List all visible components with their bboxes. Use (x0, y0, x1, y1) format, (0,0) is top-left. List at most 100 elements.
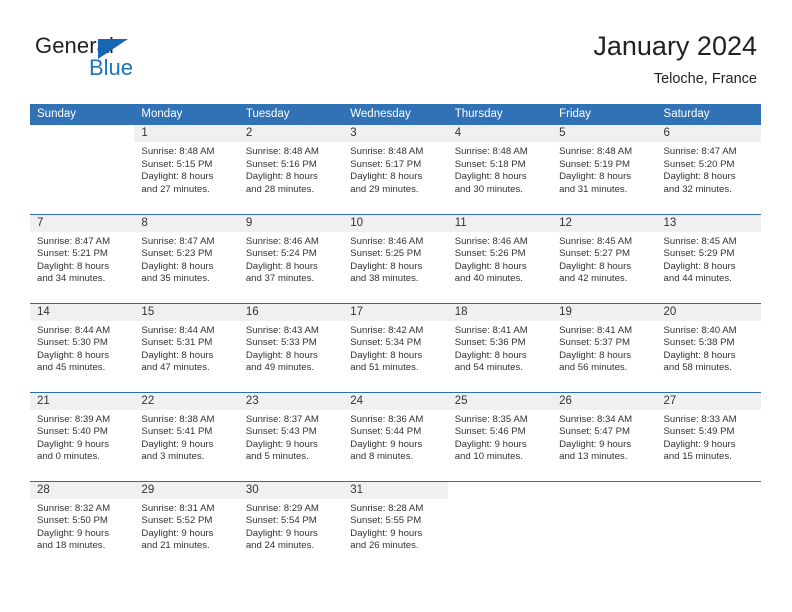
sunrise-text: Sunrise: 8:43 AM (245, 324, 319, 336)
day-cell[interactable]: 15 Sunrise: 8:44 AM Sunset: 5:31 PM Dayligh… (134, 302, 239, 392)
daylight-text-line2: and 51 minutes. (350, 362, 419, 374)
daylight-text-line2: and 38 minutes. (350, 273, 419, 285)
sunrise-text: Sunrise: 8:47 AM (37, 235, 111, 247)
day-cell[interactable]: 9 Sunrise: 8:46 AM Sunset: 5:24 PM Daylight… (238, 213, 344, 303)
daylight-text-line2: and 18 minutes. (37, 540, 106, 552)
day-cell[interactable]: 31 Sunrise: 8:28 AM Sunset: 5:55 PM Dayligh… (343, 480, 448, 570)
daylight-text-line2: and 0 minutes. (37, 451, 100, 463)
day-cell[interactable]: 18 Sunrise: 8:41 AM Sunset: 5:36 PM Dayligh… (447, 302, 553, 392)
sunset-text: Sunset: 5:44 PM (350, 426, 422, 438)
daylight-text-line1: Daylight: 8 hours (663, 349, 736, 361)
weekday-header-monday: Monday (134, 104, 239, 125)
day-cell[interactable]: 21 Sunrise: 8:39 AM Sunset: 5:40 PM Dayligh… (30, 391, 135, 481)
day-number: 7 (30, 214, 135, 232)
day-details: Sunrise: 8:41 AM Sunset: 5:37 PM Daylight:… (552, 321, 656, 375)
day-cell[interactable]: 8 Sunrise: 8:47 AM Sunset: 5:23 PM Daylight… (134, 213, 239, 303)
day-cell[interactable]: 12 Sunrise: 8:45 AM Sunset: 5:27 PM Dayligh… (552, 213, 657, 303)
calendar-week-row: 7 Sunrise: 8:47 AM Sunset: 5:21 PM Daylight… (30, 213, 761, 303)
day-details: Sunrise: 8:48 AM Sunset: 5:15 PM Daylight:… (134, 142, 238, 196)
calendar-body: 1 Sunrise: 8:48 AM Sunset: 5:15 PM Daylight… (30, 125, 761, 570)
day-number (657, 482, 761, 499)
day-number: 30 (238, 481, 344, 499)
daylight-text-line1: Daylight: 8 hours (141, 349, 214, 361)
weekday-header-wednesday: Wednesday (343, 104, 448, 125)
sunrise-text: Sunrise: 8:46 AM (245, 235, 319, 247)
day-cell[interactable]: 1 Sunrise: 8:48 AM Sunset: 5:15 PM Daylight… (134, 125, 239, 214)
day-number: 5 (552, 125, 657, 142)
weekday-header-tuesday: Tuesday (238, 104, 344, 125)
day-cell[interactable]: 10 Sunrise: 8:46 AM Sunset: 5:25 PM Dayligh… (343, 213, 448, 303)
sunset-text: Sunset: 5:16 PM (245, 158, 317, 170)
day-number: 14 (30, 303, 135, 321)
day-number: 13 (656, 214, 761, 232)
day-cell[interactable]: 29 Sunrise: 8:31 AM Sunset: 5:52 PM Dayligh… (134, 480, 239, 570)
weekday-header-saturday: Saturday (656, 104, 761, 125)
day-cell[interactable]: 26 Sunrise: 8:34 AM Sunset: 5:47 PM Dayligh… (552, 391, 657, 481)
day-cell[interactable]: 25 Sunrise: 8:35 AM Sunset: 5:46 PM Dayligh… (447, 391, 553, 481)
day-cell[interactable]: 17 Sunrise: 8:42 AM Sunset: 5:34 PM Dayligh… (343, 302, 448, 392)
day-cell[interactable]: 3 Sunrise: 8:48 AM Sunset: 5:17 PM Daylight… (343, 125, 448, 214)
day-cell[interactable]: 22 Sunrise: 8:38 AM Sunset: 5:41 PM Dayligh… (134, 391, 239, 481)
sunrise-text: Sunrise: 8:48 AM (454, 146, 528, 157)
day-cell[interactable]: 20 Sunrise: 8:40 AM Sunset: 5:38 PM Dayligh… (656, 302, 761, 392)
day-cell[interactable]: 24 Sunrise: 8:36 AM Sunset: 5:44 PM Dayligh… (343, 391, 448, 481)
day-number: 8 (134, 214, 239, 232)
daylight-text-line2: and 58 minutes. (663, 362, 732, 374)
daylight-text-line2: and 31 minutes. (559, 183, 628, 195)
day-details: Sunrise: 8:31 AM Sunset: 5:52 PM Daylight:… (134, 499, 238, 553)
daylight-text-line2: and 44 minutes. (663, 273, 732, 285)
day-details: Sunrise: 8:46 AM Sunset: 5:26 PM Daylight:… (448, 232, 552, 286)
sunset-text: Sunset: 5:40 PM (37, 426, 108, 438)
day-cell[interactable]: 27 Sunrise: 8:33 AM Sunset: 5:49 PM Dayligh… (656, 391, 761, 481)
day-cell[interactable]: 23 Sunrise: 8:37 AM Sunset: 5:43 PM Dayligh… (238, 391, 344, 481)
day-details: Sunrise: 8:44 AM Sunset: 5:31 PM Daylight:… (134, 321, 238, 375)
sunset-text: Sunset: 5:18 PM (454, 158, 526, 170)
daylight-text-line1: Daylight: 8 hours (245, 349, 318, 361)
daylight-text-line2: and 13 minutes. (559, 451, 628, 463)
day-number: 16 (238, 303, 344, 321)
day-cell[interactable]: 6 Sunrise: 8:47 AM Sunset: 5:20 PM Daylight… (656, 125, 761, 214)
day-number: 25 (447, 392, 553, 410)
daylight-text-line1: Daylight: 8 hours (663, 171, 736, 183)
day-cell[interactable]: 5 Sunrise: 8:48 AM Sunset: 5:19 PM Daylight… (552, 125, 657, 214)
daylight-text-line1: Daylight: 8 hours (454, 171, 527, 183)
daylight-text-line2: and 30 minutes. (454, 183, 523, 195)
daylight-text-line2: and 24 minutes. (245, 540, 315, 552)
day-details: Sunrise: 8:41 AM Sunset: 5:36 PM Daylight:… (448, 321, 552, 375)
sunset-text: Sunset: 5:26 PM (454, 248, 526, 260)
daylight-text-line2: and 40 minutes. (454, 273, 523, 285)
day-cell[interactable]: 2 Sunrise: 8:48 AM Sunset: 5:16 PM Daylight… (238, 125, 344, 214)
day-number: 4 (447, 125, 553, 142)
sunset-text: Sunset: 5:50 PM (37, 515, 108, 527)
daylight-text-line1: Daylight: 8 hours (245, 171, 318, 183)
sunrise-text: Sunrise: 8:41 AM (559, 324, 633, 336)
day-cell[interactable]: 13 Sunrise: 8:45 AM Sunset: 5:29 PM Dayligh… (656, 213, 761, 303)
day-details: Sunrise: 8:43 AM Sunset: 5:33 PM Daylight:… (239, 321, 343, 375)
sunrise-text: Sunrise: 8:48 AM (350, 146, 424, 157)
sunset-text: Sunset: 5:36 PM (454, 337, 526, 349)
day-details: Sunrise: 8:33 AM Sunset: 5:49 PM Daylight:… (657, 410, 761, 464)
day-details: Sunrise: 8:39 AM Sunset: 5:40 PM Daylight:… (30, 410, 134, 464)
day-cell[interactable]: 11 Sunrise: 8:46 AM Sunset: 5:26 PM Dayligh… (447, 213, 553, 303)
day-details: Sunrise: 8:35 AM Sunset: 5:46 PM Daylight:… (448, 410, 552, 464)
day-cell[interactable]: 28 Sunrise: 8:32 AM Sunset: 5:50 PM Dayligh… (30, 480, 135, 570)
sunset-text: Sunset: 5:31 PM (141, 337, 213, 349)
day-number (30, 125, 134, 142)
day-details: Sunrise: 8:48 AM Sunset: 5:16 PM Daylight:… (239, 142, 343, 196)
day-number: 17 (343, 303, 448, 321)
daylight-text-line2: and 28 minutes. (245, 183, 315, 195)
day-cell[interactable]: 14 Sunrise: 8:44 AM Sunset: 5:30 PM Dayligh… (30, 302, 135, 392)
day-details: Sunrise: 8:44 AM Sunset: 5:30 PM Daylight:… (30, 321, 134, 375)
day-cell[interactable]: 30 Sunrise: 8:29 AM Sunset: 5:54 PM Dayligh… (238, 480, 344, 570)
daylight-text-line1: Daylight: 8 hours (454, 349, 527, 361)
sunrise-text: Sunrise: 8:48 AM (245, 146, 319, 157)
day-cell[interactable]: 4 Sunrise: 8:48 AM Sunset: 5:18 PM Daylight… (447, 125, 553, 214)
general-blue-logo[interactable]: General Blue (35, 33, 195, 85)
sunset-text: Sunset: 5:54 PM (245, 515, 317, 527)
day-number: 3 (343, 125, 448, 142)
sunrise-text: Sunrise: 8:33 AM (663, 413, 737, 425)
day-cell[interactable]: 7 Sunrise: 8:47 AM Sunset: 5:21 PM Daylight… (30, 213, 135, 303)
day-cell[interactable]: 19 Sunrise: 8:41 AM Sunset: 5:37 PM Dayligh… (552, 302, 657, 392)
day-cell[interactable]: 16 Sunrise: 8:43 AM Sunset: 5:33 PM Dayligh… (238, 302, 344, 392)
sunrise-text: Sunrise: 8:38 AM (141, 413, 215, 425)
